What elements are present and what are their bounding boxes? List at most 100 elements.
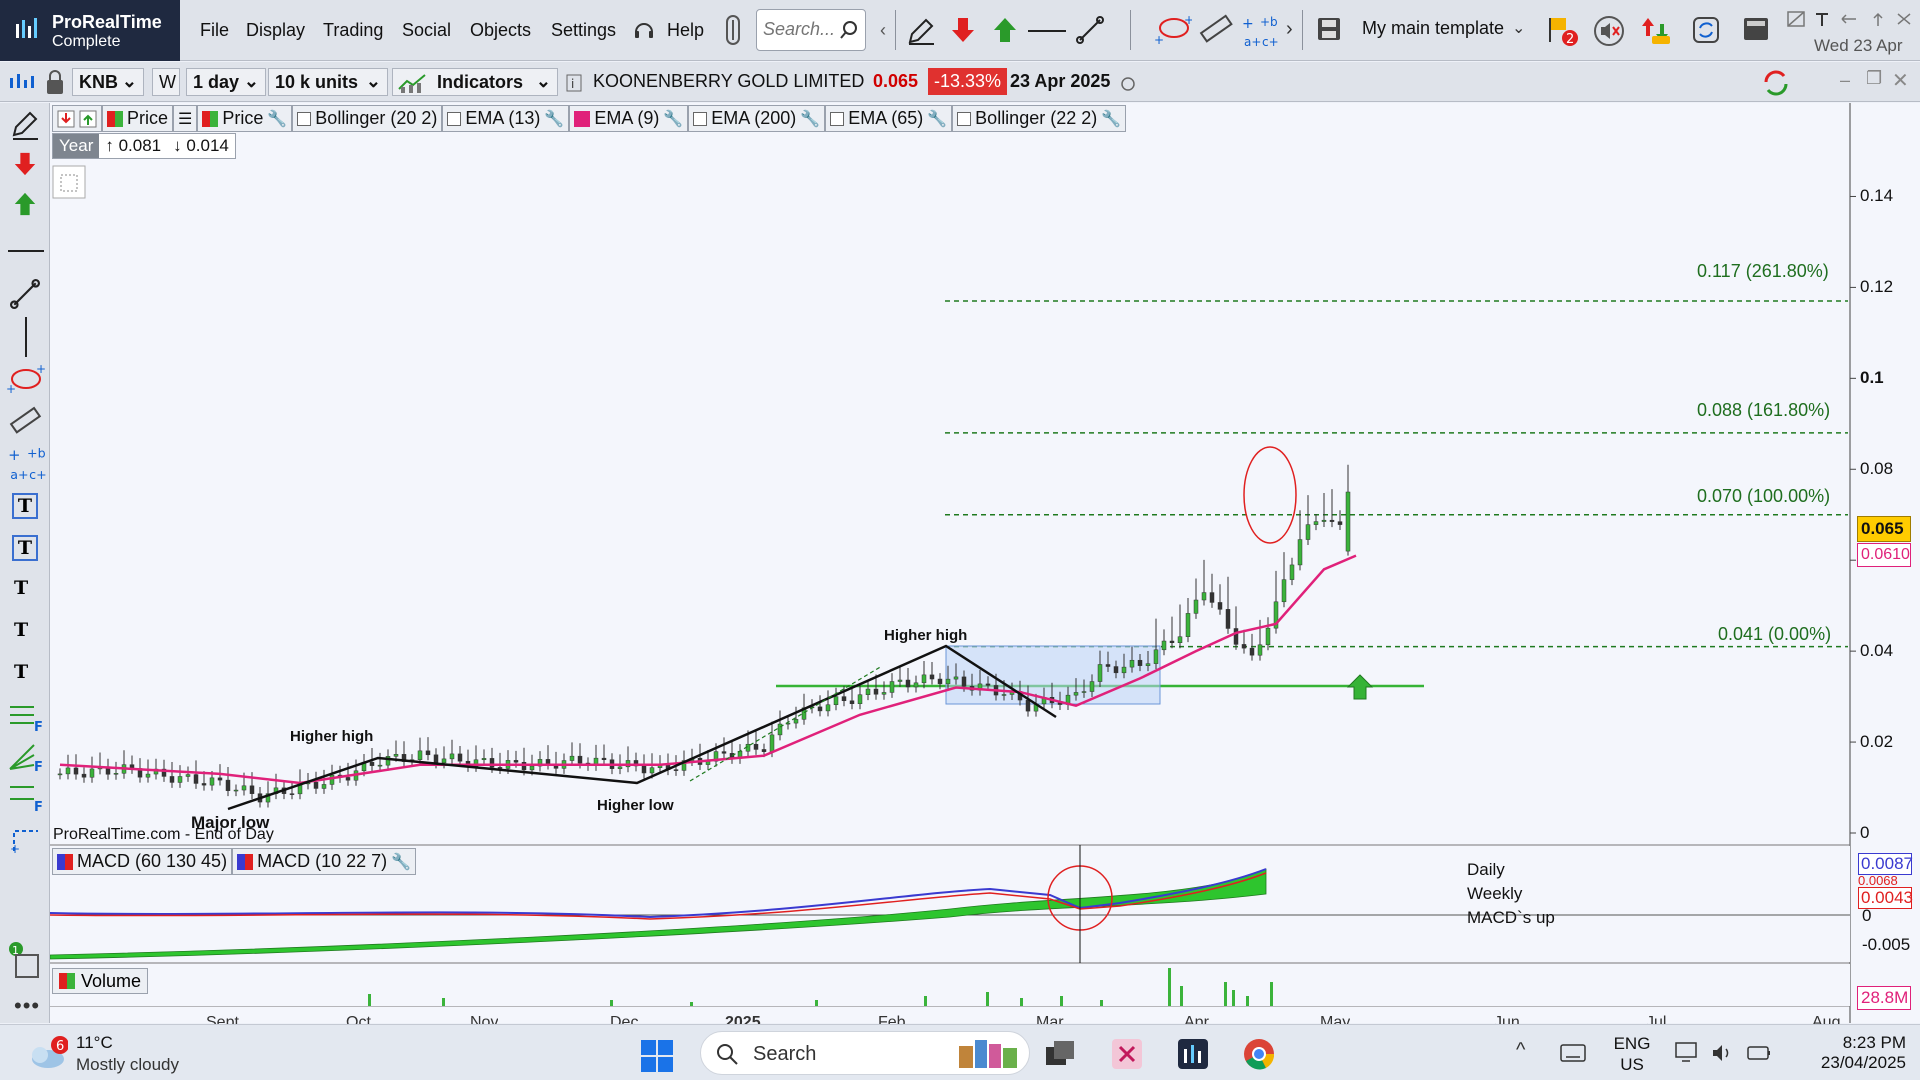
chevron-right-icon[interactable]: › [1286, 18, 1293, 41]
chevron-down-icon[interactable]: ⌄ [1512, 18, 1525, 38]
fibonacci-fan-icon[interactable]: F [8, 741, 44, 773]
search-icon[interactable] [839, 20, 859, 40]
menu-trading[interactable]: Trading [323, 20, 383, 41]
menu-file[interactable]: File [200, 20, 229, 41]
headset-icon[interactable] [632, 18, 656, 42]
measure-tool-icon[interactable]: + +b a+ c+ [6, 443, 46, 483]
close-icon[interactable] [1894, 10, 1914, 28]
indicator-price-2[interactable]: Price 🔧 [197, 105, 293, 132]
wrench-icon[interactable]: 🔧 [1101, 109, 1121, 129]
text-small-icon[interactable]: T [14, 619, 28, 641]
save-icon[interactable] [1316, 16, 1342, 42]
indicator-bollinger-20[interactable]: Bollinger (20 2) [292, 105, 443, 132]
indicator-ema-9[interactable]: EMA (9) 🔧 [569, 105, 689, 132]
menu-help[interactable]: Help [667, 20, 704, 41]
prorealtime-taskbar-icon[interactable] [1176, 1037, 1210, 1071]
alerts-flag-icon[interactable]: 2 [1546, 14, 1578, 48]
indicators-button[interactable]: Indicators ⌄ [392, 68, 558, 96]
buy-arrow-icon[interactable] [12, 191, 38, 217]
pencil-icon[interactable] [906, 16, 936, 46]
language-indicator[interactable]: ENG US [1612, 1033, 1652, 1075]
text-label-icon[interactable]: T [12, 535, 38, 561]
chrome-icon[interactable] [1242, 1037, 1276, 1071]
weekly-toggle[interactable]: W [152, 68, 180, 96]
chevron-up-icon[interactable]: ^ [1516, 1039, 1525, 1062]
menu-objects[interactable]: Objects [470, 20, 531, 41]
network-icon[interactable] [1674, 1041, 1700, 1065]
horizontal-line-icon[interactable] [8, 249, 44, 253]
snipping-tool-icon[interactable] [1110, 1037, 1144, 1071]
projection-tool-icon[interactable]: + [10, 823, 42, 855]
fibonacci-extension-icon[interactable]: F [8, 781, 44, 813]
upload-icon[interactable] [79, 110, 97, 128]
horizontal-line-icon[interactable] [1028, 28, 1066, 34]
chart-type-icon[interactable] [8, 70, 36, 94]
sell-arrow-icon[interactable] [12, 151, 38, 177]
taskbar-search[interactable]: Search [700, 1031, 1030, 1075]
buy-arrow-icon[interactable] [992, 16, 1018, 44]
fibonacci-retracement-icon[interactable]: F [8, 701, 44, 733]
lock-icon[interactable] [44, 68, 66, 96]
menu-social[interactable]: Social [402, 20, 451, 41]
calculator-icon[interactable] [1742, 16, 1770, 42]
ruler-icon[interactable] [1198, 12, 1234, 48]
checkbox[interactable] [957, 111, 972, 126]
search-box[interactable] [756, 9, 866, 51]
ellipse-tool-icon[interactable]: ++ [1152, 14, 1192, 46]
indicator-macd-60[interactable]: MACD (60 130 45) [52, 848, 233, 875]
calendar-widget-icon[interactable] [52, 165, 86, 199]
more-icon[interactable]: ••• [14, 993, 40, 1019]
info-icon[interactable]: i [566, 74, 582, 92]
trade-arrows-icon[interactable] [1640, 14, 1674, 48]
wrench-icon[interactable]: 🔧 [927, 109, 947, 129]
pencil-icon[interactable] [10, 111, 40, 141]
wrench-icon[interactable]: 🔧 [544, 109, 564, 129]
fullscreen-icon[interactable] [1786, 10, 1806, 28]
search-input[interactable] [763, 10, 843, 48]
trendline-icon[interactable] [10, 279, 40, 309]
download-icon[interactable] [57, 110, 75, 128]
wrench-icon[interactable]: 🔧 [267, 109, 287, 129]
indicator-price-1[interactable]: Price [102, 105, 174, 132]
chart-canvas[interactable] [50, 103, 1920, 1023]
trendline-icon[interactable] [1076, 16, 1104, 44]
maximize-icon[interactable] [1868, 10, 1888, 28]
refresh-icon[interactable] [1760, 68, 1792, 98]
ellipse-tool-icon[interactable]: ++ [6, 363, 46, 395]
windows-start-icon[interactable] [640, 1039, 674, 1073]
pin-icon[interactable] [1812, 10, 1832, 28]
wrench-icon[interactable]: 🔧 [391, 852, 411, 872]
sound-off-icon[interactable] [1592, 14, 1626, 48]
alerts-badge-icon[interactable]: 1 [8, 941, 44, 981]
text-box-icon[interactable]: T [12, 493, 38, 519]
units-dropdown[interactable]: 10 k units ⌄ [268, 68, 388, 96]
window-restore-icon[interactable]: ❐ [1866, 68, 1882, 89]
timeframe-dropdown[interactable]: 1 day ⌄ [186, 68, 266, 96]
ticker-dropdown[interactable]: KNB ⌄ [72, 68, 144, 96]
sync-icon[interactable] [1690, 14, 1722, 46]
template-name[interactable]: My main template [1362, 18, 1504, 39]
checkbox[interactable] [297, 111, 312, 126]
task-view-icon[interactable] [1044, 1039, 1076, 1069]
indicator-ema-200[interactable]: EMA (200) 🔧 [688, 105, 826, 132]
weather-cloud-icon[interactable]: 6 [24, 1035, 68, 1071]
checkbox[interactable] [693, 111, 708, 126]
checkbox[interactable] [447, 111, 462, 126]
ruler-icon[interactable] [8, 403, 44, 439]
menu-display[interactable]: Display [246, 20, 305, 41]
taskbar-clock[interactable]: 8:23 PM 23/04/2025 [1796, 1033, 1906, 1073]
indicator-bollinger-22[interactable]: Bollinger (22 2) 🔧 [952, 105, 1127, 132]
window-minimize-icon[interactable]: – [1840, 70, 1850, 91]
text-note-icon[interactable]: T [14, 661, 28, 683]
minimize-to-left-icon[interactable] [1838, 10, 1858, 28]
chevron-left-icon[interactable]: ‹ [880, 20, 886, 41]
brand[interactable]: ProRealTime Complete [0, 0, 180, 61]
lock-chart-icon[interactable] [724, 14, 742, 46]
measure-tool-icon[interactable]: + +b a+ c+ [1240, 12, 1278, 50]
indicator-macd-10[interactable]: MACD (10 22 7) 🔧 [232, 848, 417, 875]
volume-icon[interactable] [1710, 1041, 1736, 1065]
checkbox[interactable] [830, 111, 845, 126]
menu-settings[interactable]: Settings [551, 20, 616, 41]
export-buttons[interactable] [52, 105, 102, 132]
battery-icon[interactable] [1746, 1041, 1772, 1065]
